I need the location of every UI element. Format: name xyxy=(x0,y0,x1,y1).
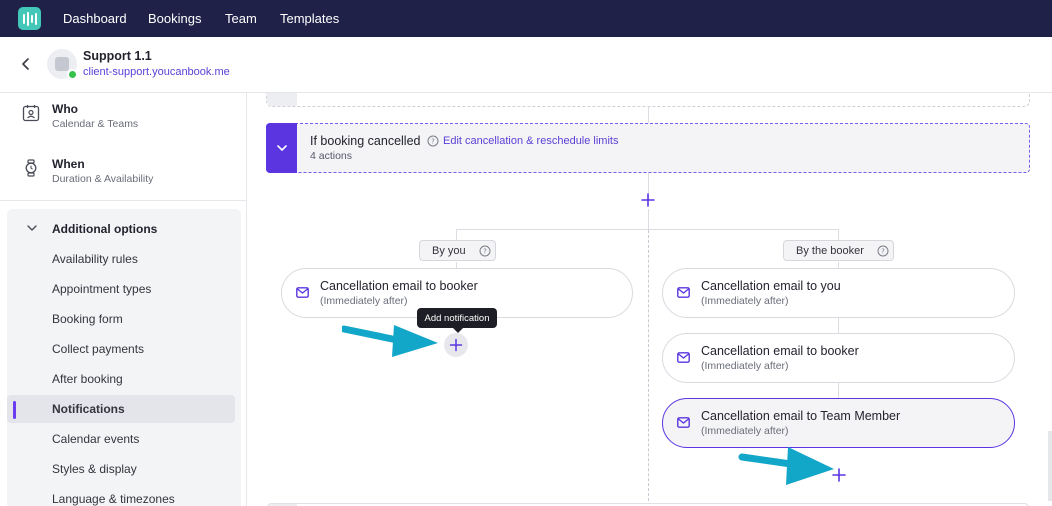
nav-dashboard[interactable]: Dashboard xyxy=(63,11,127,26)
divider xyxy=(0,200,247,201)
notification-timing: (Immediately after) xyxy=(701,295,789,307)
sidebar-item-when[interactable]: When Duration & Availability xyxy=(0,151,247,203)
notification-timing: (Immediately after) xyxy=(701,360,789,372)
help-icon[interactable]: ? xyxy=(427,135,439,147)
collapse-trigger-button[interactable] xyxy=(266,123,297,173)
connector-line xyxy=(648,107,649,123)
card-tab xyxy=(267,93,297,106)
svg-text:?: ? xyxy=(431,138,435,146)
nav-templates[interactable]: Templates xyxy=(280,11,339,26)
sidebar-item-label: Who xyxy=(52,102,78,116)
connector-line xyxy=(648,209,649,229)
sidebar-item-booking-form[interactable]: Booking form xyxy=(7,305,235,333)
contact-card-icon xyxy=(22,105,40,122)
sidebar-item-calendar-events[interactable]: Calendar events xyxy=(7,425,235,453)
active-indicator xyxy=(13,401,16,419)
svg-text:?: ? xyxy=(881,248,885,256)
chevron-left-icon[interactable] xyxy=(20,57,32,71)
nav-bookings[interactable]: Bookings xyxy=(148,11,201,26)
notification-title: Cancellation email to booker xyxy=(320,279,478,293)
trigger-title: If booking cancelled xyxy=(310,134,421,148)
page-icon xyxy=(55,57,69,71)
svg-text:?: ? xyxy=(483,248,487,256)
sidebar-item-sublabel: Duration & Availability xyxy=(52,173,154,185)
help-icon[interactable]: ? xyxy=(479,245,491,257)
previous-trigger-card xyxy=(266,93,1030,107)
trigger-action-count: 4 actions xyxy=(310,150,353,162)
sidebar-item-who[interactable]: Who Calendar & Teams xyxy=(0,96,247,148)
notification-title: Cancellation email to you xyxy=(701,279,841,293)
watch-icon xyxy=(25,159,37,177)
sidebar-item-label: When xyxy=(52,157,85,171)
connector-line xyxy=(838,318,839,333)
notification-title: Cancellation email to booker xyxy=(701,344,859,358)
annotation-arrow-icon xyxy=(738,447,834,485)
booking-cancelled-trigger: If booking cancelled ? Edit cancellation… xyxy=(266,123,1030,173)
avatar xyxy=(47,49,78,80)
mail-icon xyxy=(677,287,690,298)
edit-limits-link[interactable]: Edit cancellation & reschedule limits xyxy=(443,135,618,147)
branch-label-text: By you xyxy=(432,244,466,257)
mail-icon xyxy=(677,417,690,428)
online-status-dot xyxy=(67,69,78,80)
branch-label-by-the-booker: By the booker ? xyxy=(783,240,894,261)
help-icon[interactable]: ? xyxy=(877,245,889,257)
connector-line xyxy=(838,383,839,398)
sidebar-item-availability-rules[interactable]: Availability rules xyxy=(7,245,235,273)
additional-options-toggle[interactable]: Additional options xyxy=(7,215,241,243)
notification-timing: (Immediately after) xyxy=(701,425,789,437)
page-url-link[interactable]: client-support.youcanbook.me xyxy=(83,66,230,78)
sidebar-item-language-timezones[interactable]: Language & timezones xyxy=(7,485,235,506)
sidebar-item-styles-display[interactable]: Styles & display xyxy=(7,455,235,483)
add-action-plus-icon[interactable] xyxy=(640,192,656,208)
page-title: Support 1.1 xyxy=(83,49,152,63)
top-nav: Dashboard Bookings Team Templates xyxy=(0,0,1052,37)
plus-icon xyxy=(449,338,463,352)
notification-card[interactable]: Cancellation email to you (Immediately a… xyxy=(662,268,1015,318)
sidebar-item-appointment-types[interactable]: Appointment types xyxy=(7,275,235,303)
additional-options-panel: Additional options Availability rules Ap… xyxy=(7,209,241,506)
chevron-down-icon xyxy=(27,225,37,231)
branch-label-by-you: By you ? xyxy=(419,240,496,261)
notification-timing: (Immediately after) xyxy=(320,295,408,307)
notification-card-selected[interactable]: Cancellation email to Team Member (Immed… xyxy=(662,398,1015,448)
sidebar: Who Calendar & Teams When Duration & Ava… xyxy=(0,93,247,506)
app-logo-icon[interactable] xyxy=(18,7,41,30)
notification-card[interactable]: Cancellation email to booker (Immediatel… xyxy=(662,333,1015,383)
nav-team[interactable]: Team xyxy=(225,11,257,26)
sidebar-item-sublabel: Calendar & Teams xyxy=(52,118,139,130)
scrollbar[interactable] xyxy=(1048,431,1052,501)
notification-title: Cancellation email to Team Member xyxy=(701,409,901,423)
sidebar-item-notifications[interactable]: Notifications xyxy=(7,395,235,423)
branch-label-text: By the booker xyxy=(796,244,864,257)
branch-separator xyxy=(648,230,649,506)
workflow-canvas: If booking cancelled ? Edit cancellation… xyxy=(248,93,1052,506)
add-notification-button[interactable] xyxy=(444,333,468,357)
page-header: Support 1.1 client-support.youcanbook.me xyxy=(0,37,1052,93)
mail-icon xyxy=(677,352,690,363)
chevron-down-icon xyxy=(276,145,287,151)
additional-options-label: Additional options xyxy=(52,222,158,236)
mail-icon xyxy=(296,287,309,298)
annotation-arrow-icon xyxy=(342,325,438,357)
sidebar-item-after-booking[interactable]: After booking xyxy=(7,365,235,393)
sidebar-item-collect-payments[interactable]: Collect payments xyxy=(7,335,235,363)
